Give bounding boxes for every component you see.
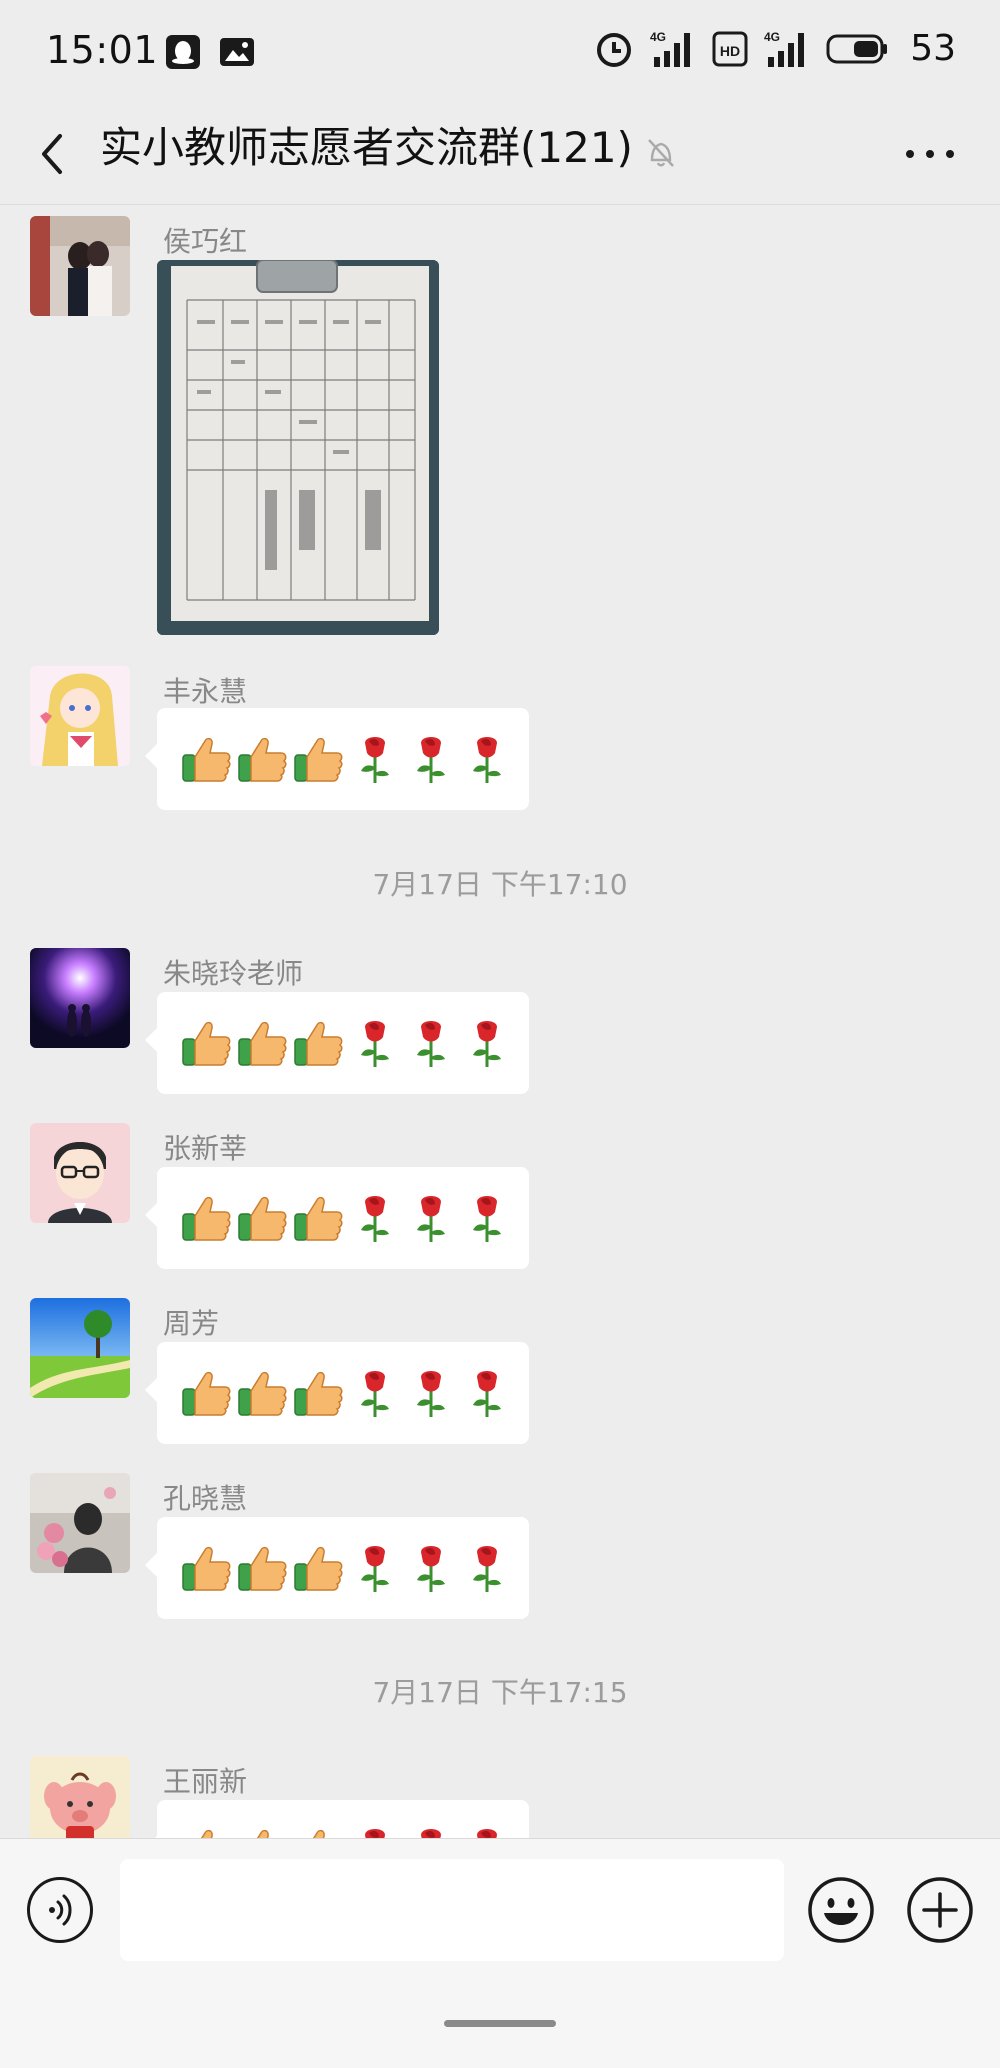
more-dots-icon[interactable] [900,132,960,176]
thumbs-up-emoji-icon [293,1192,345,1244]
message-list[interactable]: 侯巧红 丰永慧 7月17日 下午17:10 朱晓玲老师 张新莘 周芳 孔晓慧 7… [0,204,1000,1838]
thumbs-up-emoji-icon [181,733,233,785]
message-bubble[interactable] [145,1517,529,1619]
avatar[interactable] [30,1123,130,1223]
thumbs-up-emoji-icon [181,1017,233,1069]
sender-name: 张新莘 [163,1132,248,1165]
chevron-left-icon[interactable] [30,122,90,186]
shared-photo[interactable] [157,260,439,635]
signal-4g-icon-2: 4G [764,30,805,67]
battery-level: 53 [910,28,956,69]
rose-emoji-icon [349,733,401,785]
thumbs-up-emoji-icon [293,1367,345,1419]
hd-icon: HD [712,31,748,66]
thumbs-up-emoji-icon [181,1825,233,1838]
thumbs-up-emoji-icon [181,1367,233,1419]
rose-emoji-icon [349,1825,401,1838]
message-bubble[interactable] [145,1800,529,1838]
thumbs-up-emoji-icon [293,1825,345,1838]
sender-name: 丰永慧 [163,675,248,708]
thumbs-up-emoji-icon [181,1542,233,1594]
avatar[interactable] [30,1298,130,1398]
avatar[interactable] [30,666,130,766]
rose-emoji-icon [405,1542,457,1594]
thumbs-up-emoji-icon [293,733,345,785]
thumbs-up-emoji-icon [237,1367,289,1419]
notification-icons [165,34,255,70]
plus-icon[interactable] [905,1875,975,1945]
home-indicator[interactable] [444,2020,556,2027]
qq-icon [166,35,200,69]
rose-emoji-icon [405,1367,457,1419]
status-time: 15:01 [46,28,159,72]
smiley-icon[interactable] [806,1875,876,1945]
rose-emoji-icon [349,1017,401,1069]
message-bubble[interactable] [145,992,529,1094]
input-bar [0,1838,1000,2068]
chat-header: 实小教师志愿者交流群(121) [0,104,1000,205]
message-bubble[interactable] [145,708,529,810]
rose-emoji-icon [349,1192,401,1244]
thumbs-up-emoji-icon [237,733,289,785]
rose-emoji-icon [405,1017,457,1069]
timestamp-divider: 7月17日 下午17:10 [372,868,628,901]
sender-name: 王丽新 [163,1765,248,1798]
avatar[interactable] [30,1473,130,1573]
network-1-label: 4G [650,30,666,44]
thumbs-up-emoji-icon [237,1825,289,1838]
rose-emoji-icon [461,1367,513,1419]
avatar[interactable] [30,948,130,1048]
voice-icon[interactable] [27,1877,93,1943]
thumbs-up-emoji-icon [293,1542,345,1594]
signal-4g-icon: 4G [650,30,691,67]
alarm-icon [597,32,632,67]
network-2-label: 4G [764,30,780,44]
thumbs-up-emoji-icon [237,1192,289,1244]
message-input[interactable] [120,1859,784,1961]
timestamp-divider: 7月17日 下午17:15 [372,1676,628,1709]
rose-emoji-icon [405,1192,457,1244]
rose-emoji-icon [405,1825,457,1838]
status-bar: 15:01 4G HD 4G 53 [0,0,1000,104]
chat-title[interactable]: 实小教师志愿者交流群(121) [100,118,633,178]
rose-emoji-icon [461,1017,513,1069]
rose-emoji-icon [461,733,513,785]
avatar[interactable] [30,1756,130,1838]
avatar[interactable] [30,216,130,316]
rose-emoji-icon [405,733,457,785]
rose-emoji-icon [349,1367,401,1419]
thumbs-up-emoji-icon [181,1192,233,1244]
status-right: 4G HD 4G 53 [594,28,956,69]
sender-name: 侯巧红 [163,225,248,258]
bell-muted-icon [648,139,674,167]
thumbs-up-emoji-icon [237,1542,289,1594]
battery-icon [826,34,888,63]
rose-emoji-icon [461,1192,513,1244]
thumbs-up-emoji-icon [293,1017,345,1069]
rose-emoji-icon [461,1825,513,1838]
sender-name: 孔晓慧 [163,1482,248,1515]
message-bubble[interactable] [145,1167,529,1269]
sender-name: 周芳 [163,1307,220,1340]
gallery-icon [220,38,254,66]
rose-emoji-icon [349,1542,401,1594]
hd-label: HD [720,43,740,59]
sender-name: 朱晓玲老师 [163,957,304,990]
rose-emoji-icon [461,1542,513,1594]
thumbs-up-emoji-icon [237,1017,289,1069]
message-bubble[interactable] [145,1342,529,1444]
